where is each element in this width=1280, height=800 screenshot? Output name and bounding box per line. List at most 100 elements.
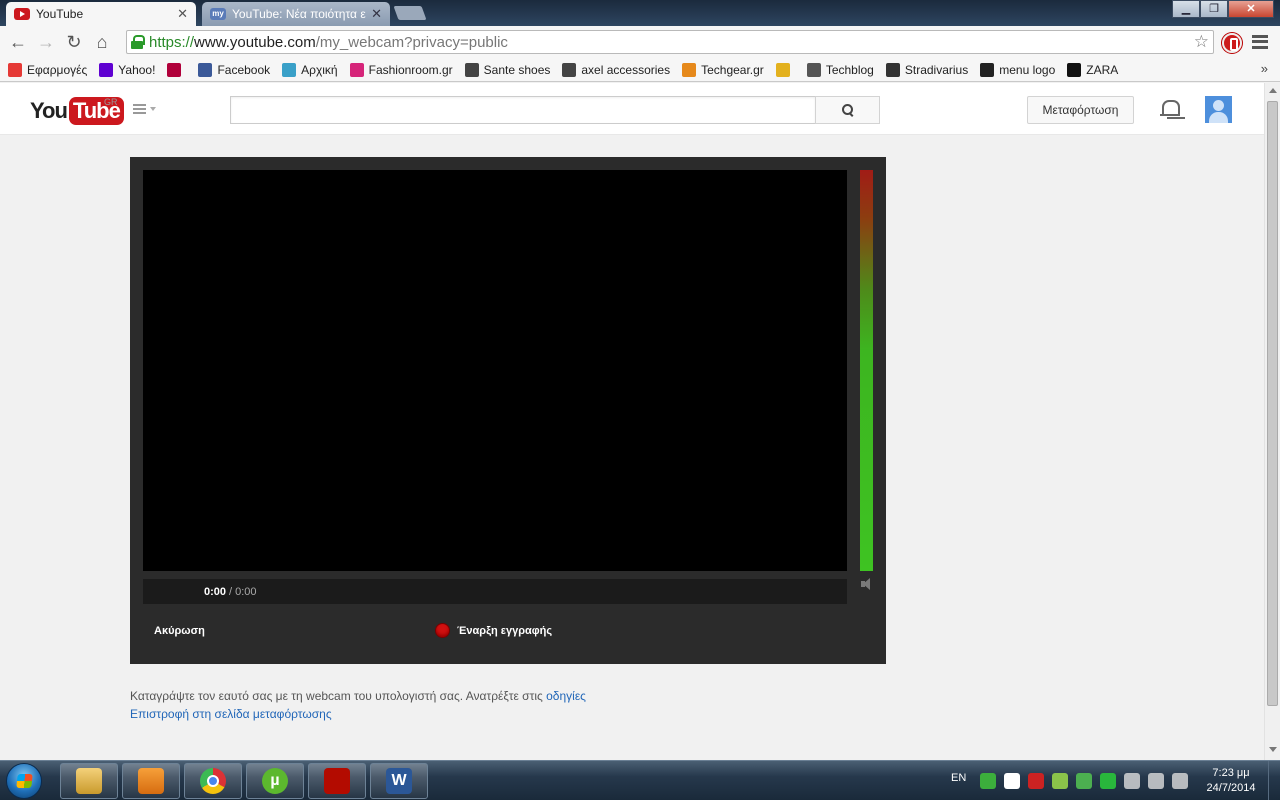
- taskbar-app-button[interactable]: [60, 763, 118, 799]
- show-desktop-button[interactable]: [1268, 761, 1280, 800]
- taskbar-app-button[interactable]: µ: [246, 763, 304, 799]
- word-icon: W: [386, 768, 412, 794]
- yahoo-icon: [99, 62, 114, 77]
- taskbar-app-button[interactable]: [122, 763, 180, 799]
- forward-arrow-icon[interactable]: →: [32, 28, 60, 56]
- chrome-menu-icon[interactable]: [1252, 35, 1268, 49]
- tray-icon[interactable]: [1076, 773, 1092, 789]
- webcam-instructions: Καταγράψτε τον εαυτό σας με τη webcam το…: [130, 689, 586, 703]
- bookmark-star-icon[interactable]: ☆: [1194, 32, 1209, 52]
- bookmark-item[interactable]: Stradivarius: [885, 62, 969, 77]
- heart-outline-icon: [562, 62, 577, 77]
- bookmark-label: Sante shoes: [483, 62, 551, 77]
- page-icon: [282, 62, 297, 77]
- bookmark-item[interactable]: Facebook: [198, 62, 271, 77]
- bookmark-label: Yahoo!: [118, 62, 156, 77]
- bookmark-label: menu logo: [999, 62, 1056, 77]
- scroll-down-icon[interactable]: [1269, 747, 1277, 752]
- fox-icon: [682, 62, 697, 77]
- address-bar[interactable]: https://www.youtube.com/my_webcam?privac…: [126, 30, 1214, 54]
- taskbar-app-button[interactable]: [184, 763, 242, 799]
- bookmark-item[interactable]: Εφαρμογές: [8, 62, 87, 77]
- tray-icon[interactable]: [1052, 773, 1068, 789]
- pb-icon: [980, 62, 995, 77]
- chrome-icon: [200, 768, 226, 794]
- bookmark-item[interactable]: Fashionroom.gr: [349, 62, 453, 77]
- url-path: /my_webcam?privacy=public: [315, 33, 508, 51]
- tray-icon[interactable]: [980, 773, 996, 789]
- tray-icon[interactable]: [1100, 773, 1116, 789]
- heart-icon: [349, 62, 364, 77]
- bookmark-item[interactable]: Techgear.gr: [682, 62, 764, 77]
- start-recording-label: Έναρξη εγγραφής: [457, 624, 553, 637]
- bookmark-label: Techblog: [825, 62, 874, 77]
- record-icon: [435, 623, 450, 638]
- tab-youtube[interactable]: YouTube ✕: [6, 2, 196, 26]
- page-scrollbar[interactable]: [1264, 83, 1280, 760]
- clock-date: 24/7/2014: [1206, 782, 1256, 794]
- start-recording-button[interactable]: Έναρξη εγγραφής: [435, 623, 552, 638]
- back-arrow-icon[interactable]: ←: [4, 28, 32, 56]
- close-window-button[interactable]: ✕: [1228, 0, 1274, 18]
- minimize-button[interactable]: ▁: [1172, 0, 1200, 18]
- bookmarks-overflow-icon[interactable]: »: [1261, 61, 1268, 76]
- youtube-masthead: You Tube GR Μεταφόρτωση: [0, 83, 1264, 135]
- explorer-icon: [76, 768, 102, 794]
- clock[interactable]: 7:23 μμ 24/7/2014: [1196, 766, 1266, 796]
- bookmark-label: Αρχική: [301, 62, 338, 77]
- bookmark-yellow-icon: [775, 62, 790, 77]
- media-player-icon: [138, 768, 164, 794]
- chevron-down-icon[interactable]: [150, 107, 156, 111]
- guidelines-link[interactable]: οδηγίες: [546, 689, 586, 703]
- instructions-text: Καταγράψτε τον εαυτό σας με τη webcam το…: [130, 689, 547, 703]
- scroll-up-icon[interactable]: [1269, 88, 1277, 93]
- bookmark-item[interactable]: Yahoo!: [99, 62, 156, 77]
- bookmark-item[interactable]: [775, 62, 795, 77]
- avatar[interactable]: [1205, 96, 1232, 123]
- bookmark-item[interactable]: ZARA: [1067, 62, 1119, 77]
- my-favicon-icon: my: [210, 8, 226, 20]
- tab-close-icon[interactable]: ✕: [177, 6, 188, 22]
- browser-titlebar: YouTube ✕ my YouTube: Νέα ποιότητα ε ✕ ▁…: [0, 0, 1280, 26]
- lock-icon: [131, 35, 145, 49]
- tray-icon[interactable]: [1124, 773, 1140, 789]
- upload-button[interactable]: Μεταφόρτωση: [1027, 96, 1134, 124]
- extension-adblock-icon[interactable]: [1222, 33, 1242, 53]
- bookmark-label: ZARA: [1086, 62, 1119, 77]
- taskbar-app-button[interactable]: [308, 763, 366, 799]
- back-to-upload-link[interactable]: Επιστροφή στη σελίδα μεταφόρτωσης: [130, 707, 332, 721]
- search-input[interactable]: [230, 96, 815, 124]
- bookmark-item[interactable]: axel accessories: [562, 62, 670, 77]
- tab-close-icon[interactable]: ✕: [371, 6, 382, 22]
- bookmark-label: Facebook: [217, 62, 271, 77]
- taskbar-app-button[interactable]: W: [370, 763, 428, 799]
- bookmark-item[interactable]: Techblog: [806, 62, 874, 77]
- techblog-icon: [806, 62, 821, 77]
- guide-menu-icon[interactable]: [133, 104, 146, 114]
- bookmark-label: Techgear.gr: [701, 62, 764, 77]
- volume-icon[interactable]: [861, 578, 875, 590]
- tab-youtube-new-quality[interactable]: my YouTube: Νέα ποιότητα ε ✕: [202, 2, 390, 26]
- audio-level-meter: [860, 170, 873, 571]
- bookmark-item[interactable]: Αρχική: [282, 62, 338, 77]
- home-icon[interactable]: ⌂: [88, 28, 116, 56]
- tray-icon[interactable]: [1148, 773, 1164, 789]
- bookmark-label: Fashionroom.gr: [368, 62, 453, 77]
- new-tab-button[interactable]: [393, 6, 427, 20]
- cancel-button[interactable]: Ακύρωση: [154, 625, 205, 637]
- tray-icon[interactable]: [1004, 773, 1020, 789]
- reload-icon[interactable]: ↻: [60, 28, 88, 56]
- scroll-thumb[interactable]: [1267, 101, 1278, 706]
- bookmark-item[interactable]: menu logo: [980, 62, 1056, 77]
- maximize-button[interactable]: ❐: [1200, 0, 1228, 18]
- language-indicator[interactable]: EN: [951, 772, 966, 784]
- notifications-bell-icon[interactable]: [1160, 99, 1180, 119]
- bookmark-item[interactable]: Sante shoes: [464, 62, 551, 77]
- start-button[interactable]: [6, 763, 42, 799]
- tray-icon[interactable]: [1028, 773, 1044, 789]
- tray-icon[interactable]: [1172, 773, 1188, 789]
- window-controls: ▁ ❐ ✕: [1172, 0, 1274, 18]
- bookmark-label: Stradivarius: [904, 62, 969, 77]
- search-button[interactable]: [815, 96, 880, 124]
- bookmark-item[interactable]: [167, 62, 186, 77]
